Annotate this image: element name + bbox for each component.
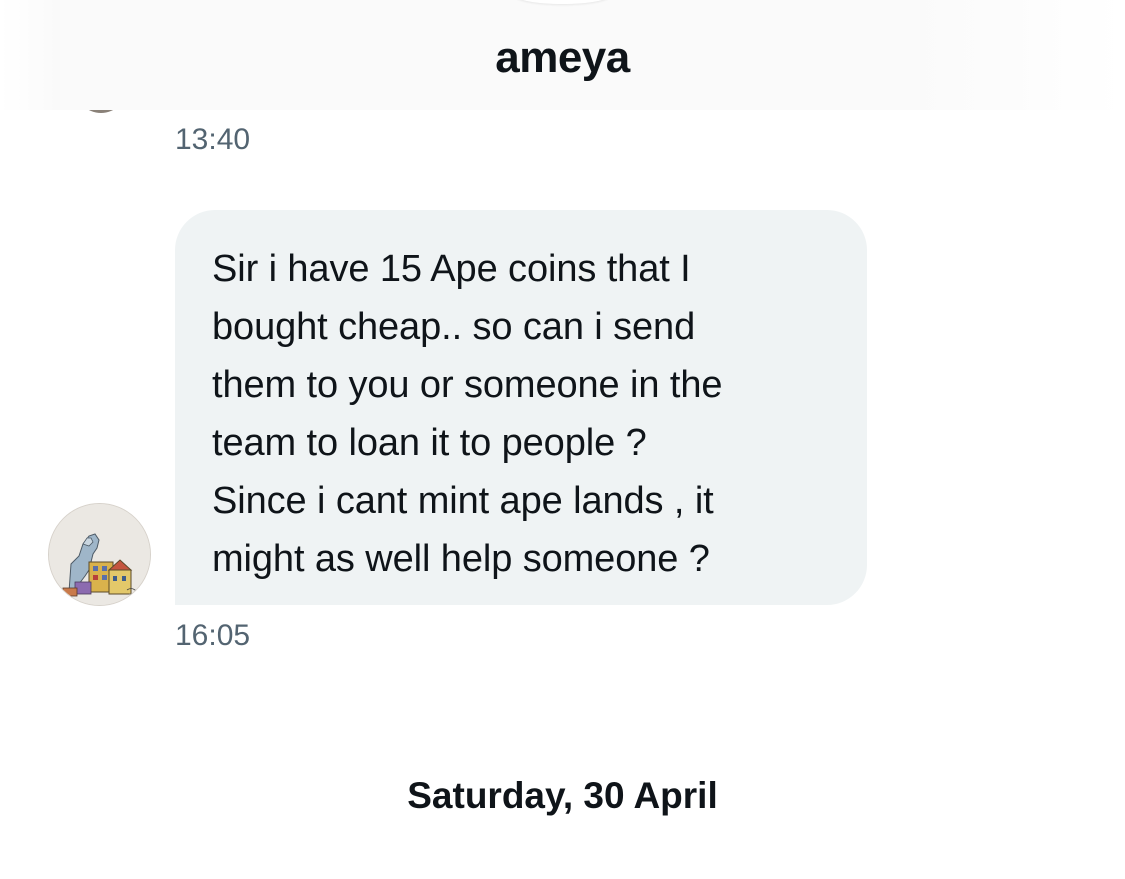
status-notch — [515, 0, 610, 4]
date-separator: Saturday, 30 April — [407, 775, 718, 816]
message-timestamp: 13:40 — [175, 123, 251, 156]
avatar-artwork-icon — [49, 504, 150, 605]
sender-avatar[interactable] — [48, 503, 151, 606]
message-bubble[interactable]: Sir i have 15 Ape coins that I bought ch… — [175, 210, 867, 605]
conversation-title[interactable]: ameya — [0, 33, 1125, 83]
message-text: Sir i have 15 Ape coins that I bought ch… — [212, 248, 723, 580]
conversation-header: ameya — [0, 0, 1125, 110]
message-timestamp: 16:05 — [175, 619, 251, 652]
